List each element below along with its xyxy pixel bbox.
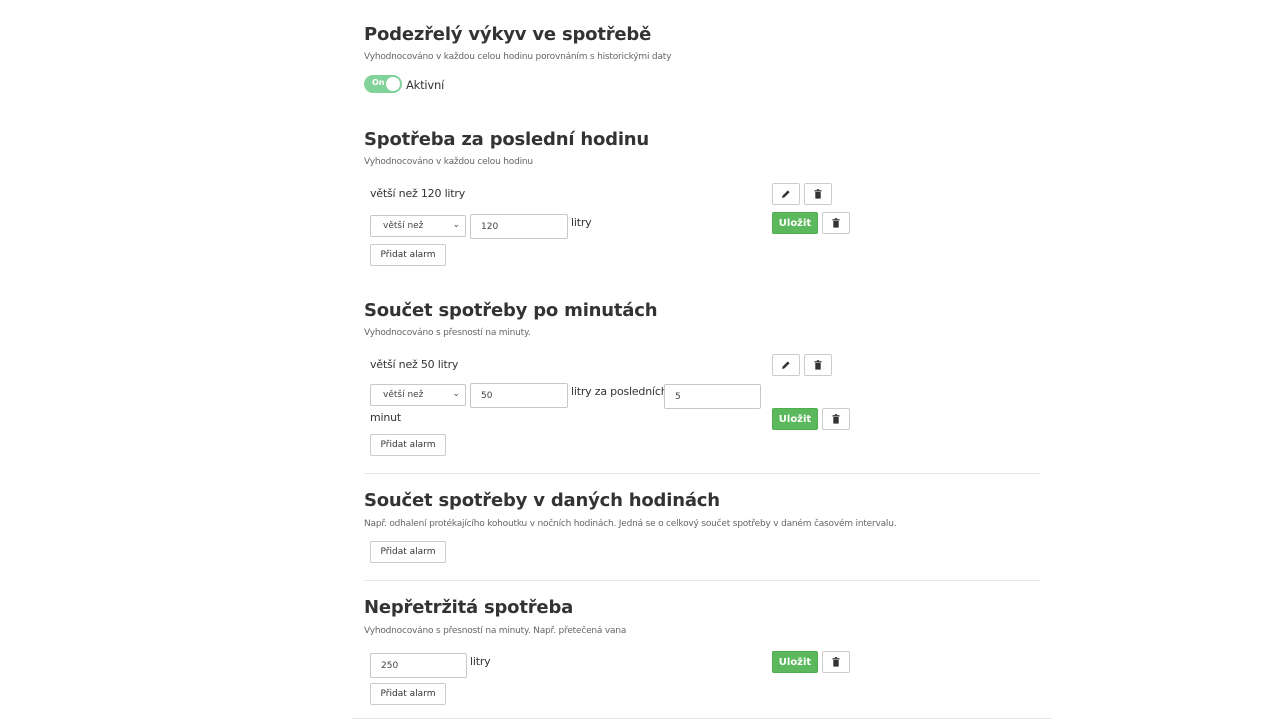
section-title-continuous-consumption: Nepřetržitá spotřeba bbox=[364, 597, 574, 618]
threshold-input[interactable]: 120 bbox=[470, 214, 568, 239]
unit-label: litry za posledních bbox=[571, 385, 668, 398]
add-alarm-button[interactable]: Přidat alarm bbox=[370, 541, 446, 563]
alarm-rule-text: větší než 50 litry bbox=[370, 358, 459, 371]
trash-icon bbox=[814, 360, 822, 370]
chevron-down-icon: ⌄ bbox=[452, 220, 460, 230]
delete-button[interactable] bbox=[822, 212, 850, 234]
section-title-suspicious-fluctuation: Podezřelý výkyv ve spotřebě bbox=[364, 24, 652, 45]
section-divider bbox=[364, 580, 1040, 581]
chevron-down-icon: ⌄ bbox=[452, 389, 460, 399]
section-description: Vyhodnocováno s přesností na minuty. bbox=[364, 328, 531, 338]
section-title-sum-in-hours: Součet spotřeby v daných hodinách bbox=[364, 490, 720, 511]
page-bottom-divider bbox=[352, 718, 1052, 719]
operator-select-value: větší než bbox=[383, 390, 424, 400]
threshold-input[interactable]: 50 bbox=[470, 383, 568, 408]
delete-button[interactable] bbox=[822, 408, 850, 430]
active-toggle[interactable]: On bbox=[364, 75, 402, 93]
threshold-input-value: 50 bbox=[481, 391, 493, 401]
threshold-input-value: 250 bbox=[381, 661, 399, 671]
section-description: Např. odhalení protékajícího kohoutku v … bbox=[364, 519, 897, 529]
operator-select[interactable]: větší než ⌄ bbox=[370, 215, 466, 237]
pencil-icon bbox=[782, 361, 790, 369]
trash-icon bbox=[814, 189, 822, 199]
minutes-input-value: 5 bbox=[675, 392, 681, 402]
alarm-rule-text: větší než 120 litry bbox=[370, 187, 466, 200]
trash-icon bbox=[832, 657, 840, 667]
save-button[interactable]: Uložit bbox=[772, 651, 818, 673]
section-title-sum-per-minutes: Součet spotřeby po minutách bbox=[364, 300, 658, 321]
unit-label: litry bbox=[571, 216, 592, 229]
section-description: Vyhodnocováno v každou celou hodinu bbox=[364, 157, 533, 167]
toggle-label: Aktivní bbox=[406, 78, 445, 92]
delete-button[interactable] bbox=[804, 354, 832, 376]
unit-label: litry bbox=[470, 655, 491, 668]
trash-icon bbox=[832, 218, 840, 228]
operator-select[interactable]: větší než ⌄ bbox=[370, 384, 466, 406]
section-description: Vyhodnocováno v každou celou hodinu poro… bbox=[364, 52, 672, 62]
operator-select-value: větší než bbox=[383, 221, 424, 231]
minutes-unit-label: minut bbox=[370, 411, 402, 424]
add-alarm-button[interactable]: Přidat alarm bbox=[370, 683, 446, 705]
toggle-state-label: On bbox=[372, 78, 385, 87]
save-button[interactable]: Uložit bbox=[772, 408, 818, 430]
section-divider bbox=[364, 473, 1040, 474]
pencil-icon bbox=[782, 190, 790, 198]
add-alarm-button[interactable]: Přidat alarm bbox=[370, 434, 446, 456]
section-description: Vyhodnocováno s přesností na minuty. Nap… bbox=[364, 626, 627, 636]
threshold-input-value: 120 bbox=[481, 222, 499, 232]
threshold-input[interactable]: 250 bbox=[370, 653, 467, 678]
save-button[interactable]: Uložit bbox=[772, 212, 818, 234]
add-alarm-button[interactable]: Přidat alarm bbox=[370, 244, 446, 266]
edit-button[interactable] bbox=[772, 183, 800, 205]
delete-button[interactable] bbox=[804, 183, 832, 205]
minutes-input[interactable]: 5 bbox=[664, 384, 761, 409]
section-title-last-hour: Spotřeba za poslední hodinu bbox=[364, 129, 650, 150]
toggle-knob bbox=[386, 77, 400, 91]
trash-icon bbox=[832, 414, 840, 424]
delete-button[interactable] bbox=[822, 651, 850, 673]
edit-button[interactable] bbox=[772, 354, 800, 376]
